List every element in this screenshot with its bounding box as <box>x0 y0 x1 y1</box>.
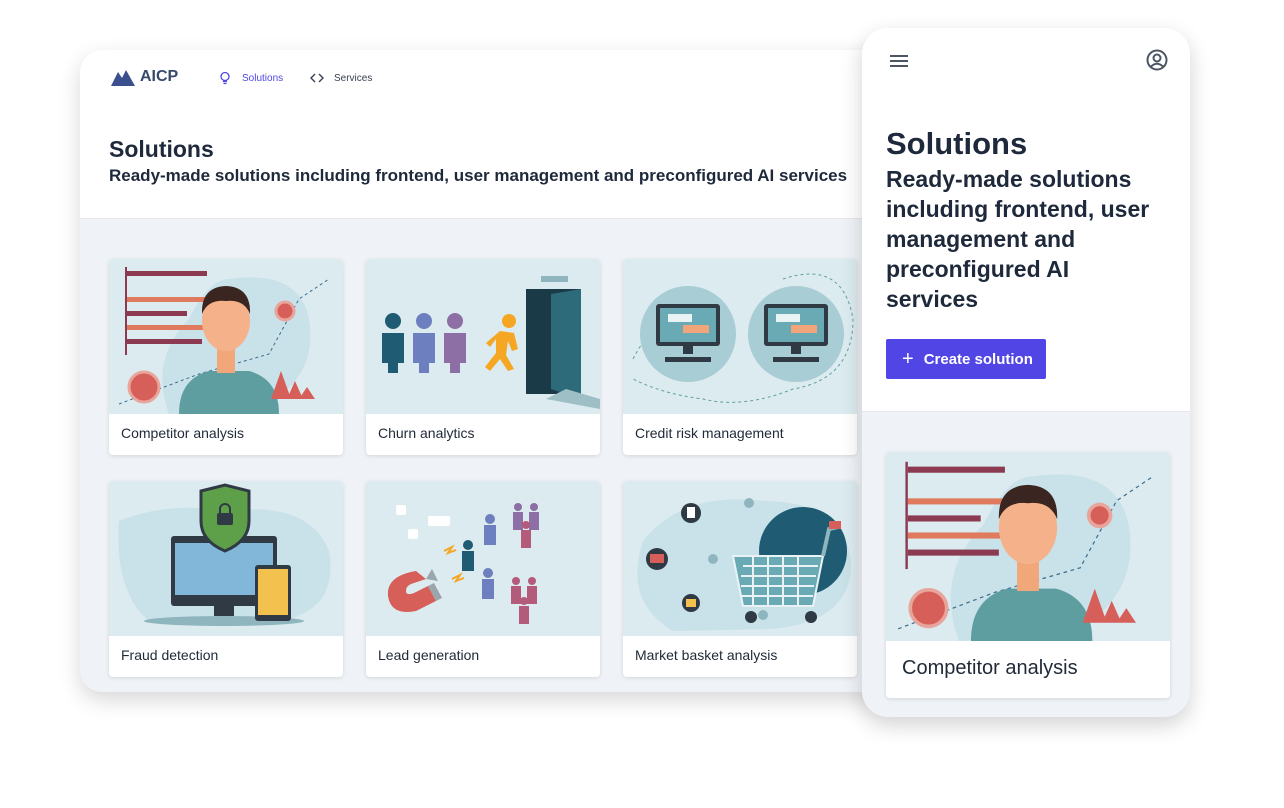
page-subtitle: Ready-made solutions including frontend,… <box>109 166 848 185</box>
page-subtitle: Ready-made solutions including frontend,… <box>886 166 1150 312</box>
logo[interactable]: AICP <box>111 68 178 86</box>
solution-card-market-basket-analysis[interactable]: Market basket analysis <box>623 481 857 677</box>
nav-item-services[interactable]: Services <box>310 71 372 85</box>
card-label: Fraud detection <box>121 647 219 663</box>
nav-item-solutions[interactable]: Solutions <box>218 71 283 85</box>
create-solution-button[interactable]: + Create solution <box>886 339 1046 379</box>
desktop-window: AICP Solutions Services Solutions Ready-… <box>80 50 900 692</box>
nav-item-label: Services <box>334 72 373 84</box>
computer-monitors-illustration <box>623 259 857 414</box>
card-label: Competitor analysis <box>121 425 244 441</box>
solution-card-fraud-detection[interactable]: Fraud detection <box>109 481 343 677</box>
solution-card-competitor-analysis[interactable]: Competitor analysis <box>886 452 1170 698</box>
person-with-bar-chart-illustration <box>886 452 1170 641</box>
shopping-cart-illustration <box>623 481 857 636</box>
nav-item-label: Solutions <box>242 72 284 84</box>
page-title: Solutions <box>886 126 1028 161</box>
magnet-attracting-people-illustration <box>366 481 600 636</box>
solution-card-churn-analytics[interactable]: Churn analytics <box>366 259 600 455</box>
card-label: Credit risk management <box>635 425 784 441</box>
solution-card-competitor-analysis[interactable]: Competitor analysis <box>109 259 343 455</box>
plus-icon: + <box>902 348 914 370</box>
user-circle-icon[interactable] <box>1146 49 1168 71</box>
card-label: Market basket analysis <box>635 647 778 663</box>
button-label: Create solution <box>923 350 1033 368</box>
page-title: Solutions <box>109 136 214 162</box>
desktop-header: AICP Solutions Services Solutions Ready-… <box>80 50 900 219</box>
people-leaving-door-illustration <box>366 259 600 414</box>
solution-card-lead-generation[interactable]: Lead generation <box>366 481 600 677</box>
code-icon <box>310 73 324 83</box>
mobile-window: Solutions Ready-made solutions including… <box>862 28 1190 717</box>
mountain-logo-icon <box>111 70 135 86</box>
hamburger-icon[interactable] <box>888 53 910 69</box>
solution-card-credit-risk-management[interactable]: Credit risk management <box>623 259 857 455</box>
shield-lock-monitor-illustration <box>109 481 343 636</box>
card-label: Competitor analysis <box>902 657 1078 679</box>
mobile-header: Solutions Ready-made solutions including… <box>862 28 1190 412</box>
card-label: Churn analytics <box>378 425 475 441</box>
card-label: Lead generation <box>378 647 480 663</box>
person-with-bar-chart-illustration <box>109 259 343 414</box>
logo-text: AICP <box>140 68 179 85</box>
lightbulb-icon <box>220 71 230 85</box>
